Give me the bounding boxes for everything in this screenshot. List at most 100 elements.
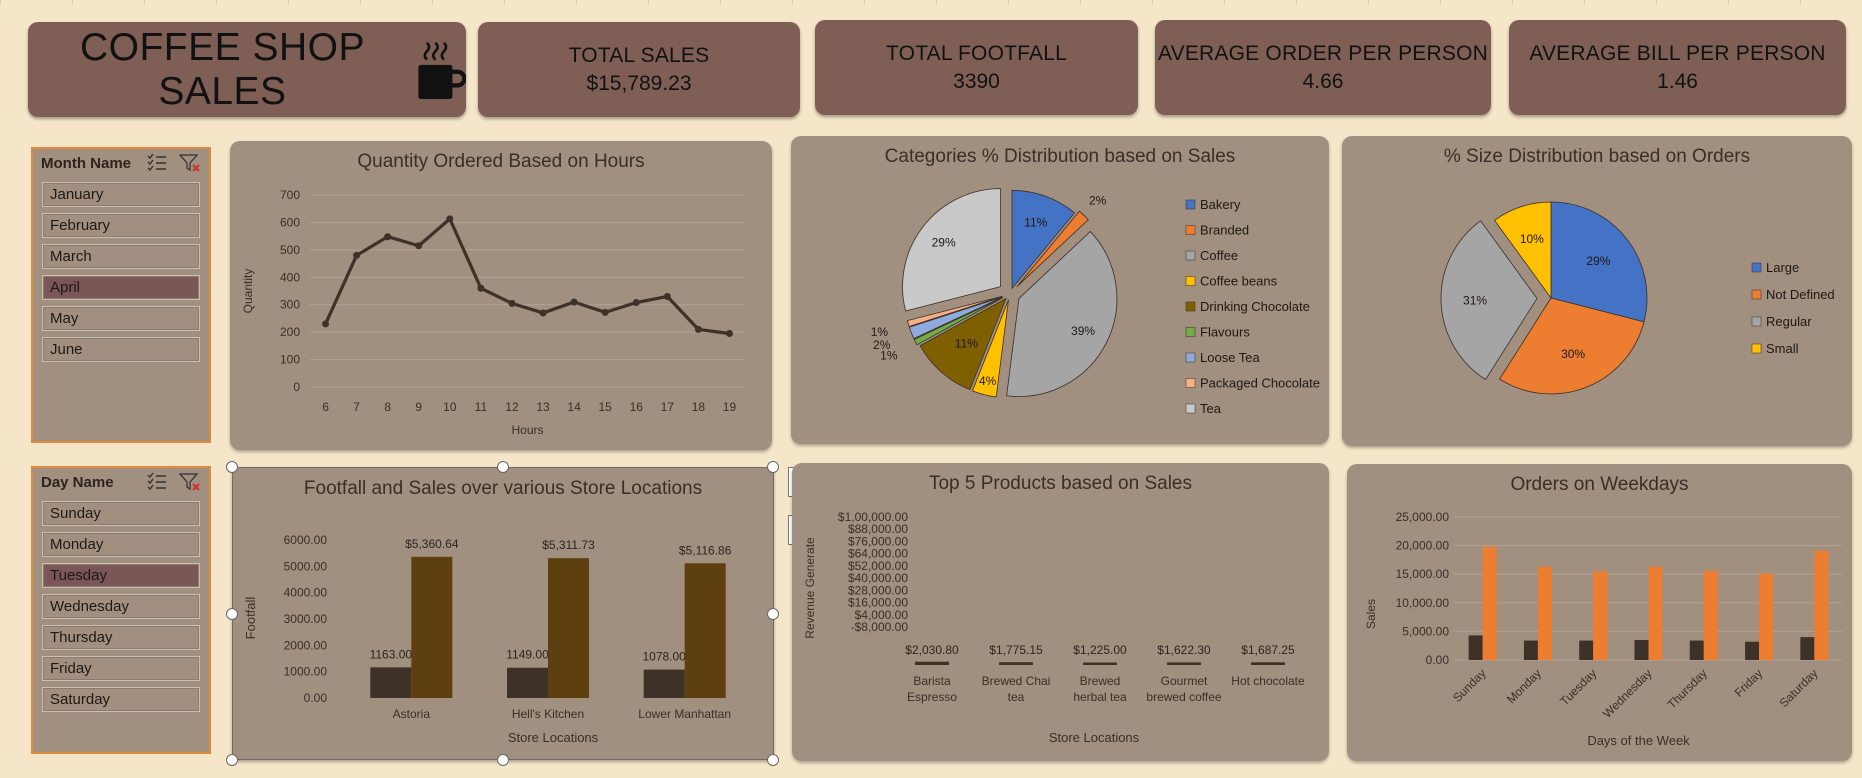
legend-swatch <box>1185 225 1196 235</box>
y-tick-label: 4000.00 <box>284 586 328 600</box>
y-axis-label: Sales <box>1364 599 1378 629</box>
resize-handle[interactable] <box>497 754 509 766</box>
day-item-thursday[interactable]: Thursday <box>42 625 200 650</box>
multi-select-icon[interactable] <box>147 472 167 490</box>
top5-chart-panel[interactable]: Top 5 Products based on Sales $1,00,000.… <box>792 463 1329 761</box>
day-item-friday[interactable]: Friday <box>42 656 200 681</box>
y-tick-label: 500 <box>280 243 300 257</box>
y-tick-label: 5000.00 <box>284 559 328 573</box>
y-tick-label: 700 <box>280 188 300 202</box>
x-tick-label: 14 <box>567 400 581 414</box>
clear-filter-icon[interactable] <box>179 472 201 492</box>
legend-label: Tea <box>1200 401 1222 416</box>
x-tick-label: Barista <box>913 674 951 688</box>
dashboard-title-card: COFFEE SHOP SALES <box>28 22 466 117</box>
data-label: 4% <box>979 374 997 388</box>
bar-value-label: $5,116.86 <box>679 543 732 557</box>
weekdays-chart-panel[interactable]: Orders on Weekdays 0.00 5,000.00 10,000.00… <box>1347 464 1852 761</box>
resize-handle[interactable] <box>767 461 779 473</box>
x-tick-label: Gourmet <box>1161 674 1208 688</box>
bar-value-label: $2,030.80 <box>905 643 959 657</box>
sizes-pie-chart: 29% 30% 31% 10% Large Not Defined Regular Small <box>1440 201 1835 395</box>
multi-select-icon[interactable] <box>147 153 167 171</box>
resize-handle[interactable] <box>767 754 779 766</box>
month-item-march[interactable]: March <box>42 244 200 269</box>
y-tick-label: 100 <box>280 353 300 367</box>
clear-filter-icon[interactable] <box>179 153 201 173</box>
data-point <box>353 251 361 259</box>
sizes-chart-panel[interactable]: % Size Distribution based on Orders 29% 3… <box>1342 136 1852 446</box>
hours-chart-panel[interactable]: Quantity Ordered Based on Hours 0 100 200 3… <box>230 141 772 450</box>
x-tick-label: herbal tea <box>1073 690 1127 704</box>
legend-swatch <box>1185 250 1196 261</box>
y-tick-label: 0.00 <box>304 691 328 705</box>
resize-handle[interactable] <box>226 608 238 620</box>
data-point <box>694 325 702 333</box>
bar <box>1482 546 1497 660</box>
month-item-april[interactable]: April <box>42 275 200 300</box>
day-item-wednesday[interactable]: Wednesday <box>42 594 200 619</box>
data-point <box>663 292 671 300</box>
month-slicer-header: Month Name <box>41 155 131 172</box>
legend-swatch <box>1185 327 1196 337</box>
day-item-tuesday[interactable]: Tuesday <box>42 563 200 588</box>
legend-swatch <box>1185 352 1196 363</box>
day-slicer[interactable]: Day Name Sunday Monday Tuesday Wednesday… <box>31 466 211 754</box>
legend-swatch <box>1185 403 1196 414</box>
legend-swatch <box>1185 378 1196 388</box>
x-tick-label: Monday <box>1504 666 1544 706</box>
month-item-february[interactable]: February <box>42 213 200 238</box>
bar <box>684 563 726 698</box>
x-tick-label: Saturday <box>1777 666 1821 710</box>
bar <box>1689 640 1704 660</box>
day-slicer-header: Day Name <box>41 474 114 491</box>
bar <box>1814 550 1829 660</box>
resize-handle[interactable] <box>226 461 238 473</box>
data-label: 1% <box>871 325 889 339</box>
bar-value-label: $1,225.00 <box>1073 643 1127 657</box>
resize-handle[interactable] <box>497 461 509 473</box>
y-tick-label: 400 <box>280 270 300 284</box>
dashboard-title: COFFEE SHOP SALES <box>79 25 365 113</box>
legend-swatch <box>1751 316 1762 327</box>
bar <box>411 556 453 698</box>
bar <box>1167 662 1201 665</box>
categories-pie-chart: 11%2%39%4%11%1%2%1%29%BakeryBrandedCoffe… <box>871 188 1320 416</box>
bar-value-label: $5,311.73 <box>542 538 595 552</box>
footfall-chart-panel[interactable]: Footfall and Sales over various Store Lo… <box>232 467 774 760</box>
data-label: 30% <box>1561 347 1585 361</box>
legend-label: Coffee beans <box>1200 274 1278 289</box>
month-item-may[interactable]: May <box>42 306 200 331</box>
kpi-label: AVERAGE ORDER PER PERSON <box>1158 42 1488 65</box>
kpi-value: $15,789.23 <box>586 72 692 95</box>
y-axis-label: Footfall <box>243 597 258 640</box>
data-point <box>508 299 516 307</box>
x-tick-label: Hot chocolate <box>1231 674 1305 688</box>
x-tick-label: Wednesday <box>1600 666 1655 721</box>
day-item-monday[interactable]: Monday <box>42 532 200 557</box>
legend-label: Flavours <box>1200 325 1250 340</box>
legend-label: Coffee <box>1200 248 1238 263</box>
day-item-saturday[interactable]: Saturday <box>42 687 200 712</box>
bar <box>507 667 548 698</box>
y-tick-label: 6000.00 <box>284 533 328 547</box>
data-label: 10% <box>1520 232 1544 246</box>
x-tick-label: Friday <box>1732 666 1765 699</box>
legend-label: Packaged Chocolate <box>1200 376 1320 391</box>
bar <box>1537 566 1552 660</box>
x-axis-label: Hours <box>511 423 543 437</box>
month-item-june[interactable]: June <box>42 337 200 362</box>
data-point <box>539 309 547 317</box>
month-slicer[interactable]: Month Name January February March April … <box>31 147 211 443</box>
data-point <box>570 298 578 306</box>
resize-handle[interactable] <box>226 754 238 766</box>
day-item-sunday[interactable]: Sunday <box>42 501 200 526</box>
month-item-january[interactable]: January <box>42 182 200 207</box>
resize-handle[interactable] <box>767 608 779 620</box>
legend-label: Bakery <box>1200 197 1241 212</box>
y-tick-label: 10,000.00 <box>1396 596 1450 610</box>
categories-chart-panel[interactable]: Categories % Distribution based on Sales… <box>791 136 1329 444</box>
y-axis-label: Quantity <box>241 269 255 314</box>
data-point <box>322 320 330 328</box>
bar <box>1800 637 1815 660</box>
